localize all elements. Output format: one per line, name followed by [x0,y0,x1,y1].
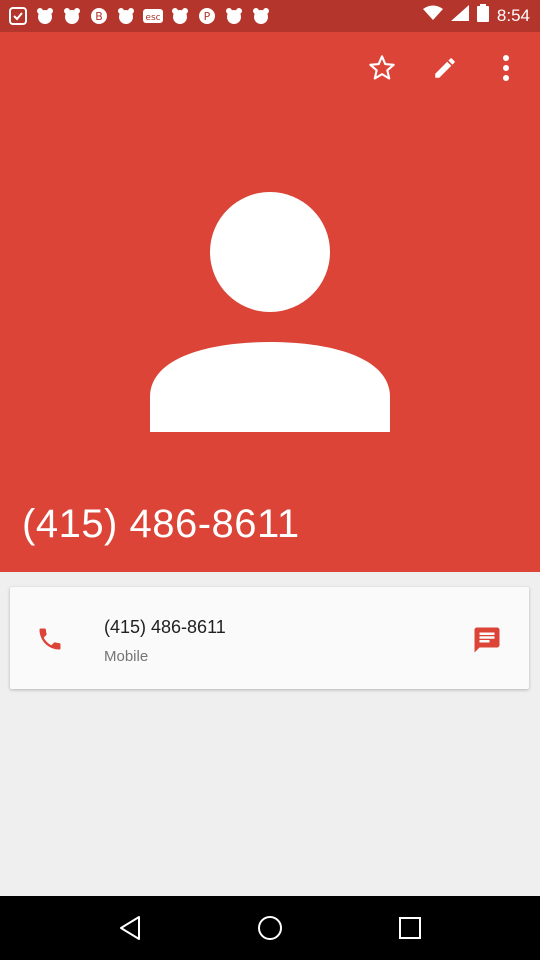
svg-text:P: P [204,10,211,23]
favorite-star-icon[interactable] [364,50,400,86]
contact-avatar [150,192,390,432]
notification-app-icon [116,6,136,26]
contact-title: (415) 486-8611 [22,502,300,546]
recents-icon[interactable] [390,908,430,948]
status-bar: B esc P 8:54 [0,0,540,32]
notification-app-icon [224,6,244,26]
status-time: 8:54 [496,5,530,25]
navigation-bar [0,896,540,960]
edit-pencil-icon[interactable] [427,50,463,86]
message-icon[interactable] [472,625,502,655]
notification-app-icon [251,6,271,26]
pinterest-icon: P [197,6,217,26]
phone-entry-card[interactable]: (415) 486-8611 Mobile [10,587,529,689]
home-icon[interactable] [250,908,290,948]
notification-app-icon [35,6,55,26]
phone-call-icon[interactable] [36,625,64,653]
notification-app-icon [62,6,82,26]
bitcoin-icon: B [89,6,109,26]
more-options-icon[interactable] [488,50,524,86]
battery-icon [476,4,489,27]
phone-type-label: Mobile [104,648,149,665]
contact-header: (415) 486-8611 [0,32,540,572]
notification-icons: B esc P [8,6,271,26]
back-icon[interactable] [110,908,150,948]
svg-text:B: B [95,10,103,23]
notification-app-icon [8,6,28,26]
phone-number: (415) 486-8611 [104,617,226,637]
signal-icon [450,5,469,26]
system-status: 8:54 [422,4,530,27]
esc-icon: esc [143,6,163,26]
notification-app-icon [170,6,190,26]
svg-text:esc: esc [145,13,160,23]
wifi-icon [422,5,443,26]
